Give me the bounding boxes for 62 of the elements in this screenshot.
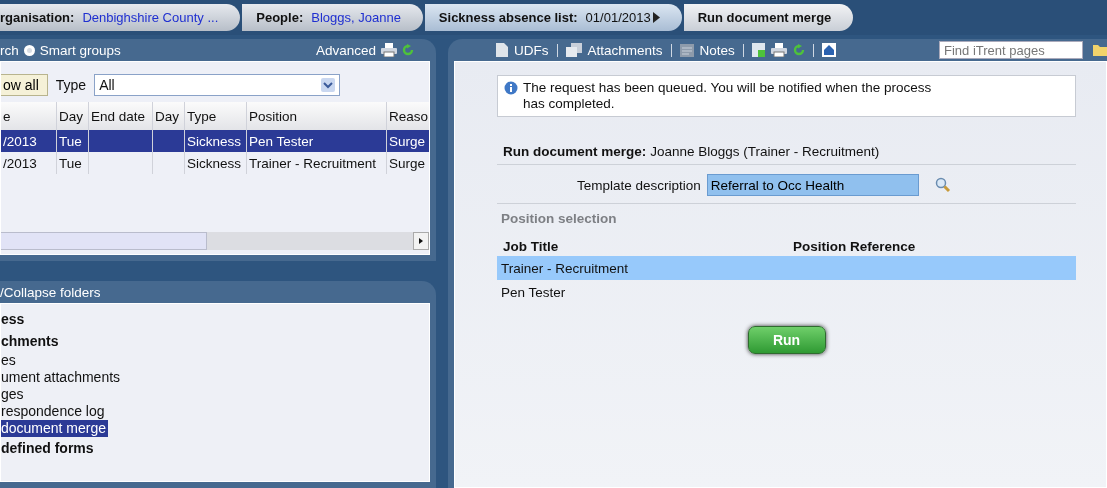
section-heading: Run document merge: [503, 144, 647, 159]
breadcrumb-tab[interactable]: rganisation: Denbighshire County ... [0, 4, 241, 31]
table-cell: Sickness [187, 133, 242, 149]
table-cell: Trainer - Recruitment [501, 260, 629, 276]
folder-link[interactable]: ges [1, 386, 26, 403]
table-cell: Pen Tester [249, 133, 314, 149]
table-cell: Trainer - Recruitment [249, 155, 377, 171]
column-header: Position Reference [793, 239, 916, 254]
table-cell: Pen Tester [501, 284, 566, 300]
refresh-icon[interactable] [402, 44, 414, 56]
type-dropdown[interactable]: All [94, 74, 341, 96]
folder-link[interactable]: document merge [1, 420, 109, 437]
folder-link[interactable]: ument attachments [1, 369, 123, 386]
form-icon[interactable] [751, 43, 765, 57]
breadcrumb-tab[interactable]: People: Bloggs, Joanne [242, 4, 423, 31]
table-row[interactable]: /2013 Tue Sickness Pen Tester Surge [1, 130, 429, 152]
print-icon[interactable] [381, 43, 397, 57]
folder-item[interactable]: chments [1, 330, 59, 352]
template-field[interactable]: Referral to Occ Health [706, 174, 919, 196]
table-cell: /2013 [3, 133, 37, 149]
message-text: The request has been queued. You will be notified when the process has completed. [523, 80, 933, 112]
folder-icon[interactable] [1093, 43, 1107, 57]
folder-link[interactable]: es [1, 352, 18, 369]
search-field[interactable]: Find iTrent pages [939, 41, 1083, 59]
show-all-button[interactable]: ow all [1, 74, 48, 96]
folder-item[interactable]: ess [1, 308, 25, 330]
print-icon[interactable] [770, 43, 787, 57]
documents-icon [565, 43, 582, 57]
type-label: Type [55, 77, 87, 93]
toolbar-link[interactable]: Notes [699, 42, 735, 58]
table-cell: Surge [389, 133, 426, 149]
horizontal-scrollbar[interactable] [1, 232, 429, 250]
note-icon [679, 43, 694, 57]
expand-collapse-link[interactable]: /Collapse folders [0, 284, 101, 300]
search-icon[interactable] [934, 177, 951, 193]
breadcrumb-tab[interactable]: Run document merge [683, 4, 854, 31]
advanced-link[interactable]: Advanced [315, 42, 376, 58]
refresh-icon[interactable] [792, 44, 805, 56]
folder-item[interactable]: defined forms [1, 437, 94, 459]
toolbar-link[interactable]: Attachments [587, 42, 663, 58]
info-icon [504, 81, 518, 95]
table-cell: /2013 [3, 155, 37, 171]
table-cell: Tue [59, 155, 82, 171]
radio-label: Smart groups [39, 42, 121, 58]
position-row[interactable]: Pen Tester [497, 280, 1076, 304]
position-row[interactable]: Trainer - Recruitment [497, 256, 1076, 280]
smart-groups-radio[interactable] [23, 44, 35, 56]
section-title: Position selection [500, 210, 618, 226]
table-cell: Tue [59, 133, 82, 149]
folder-link[interactable]: respondence log [1, 403, 107, 420]
table-cell: Sickness [187, 155, 242, 171]
document-icon [496, 43, 508, 57]
home-icon[interactable] [821, 43, 836, 57]
breadcrumb-tab[interactable]: Sickness absence list: 01/01/2013 [424, 4, 682, 31]
employee-text: Joanne Bloggs (Trainer - Recruitment) [650, 144, 880, 159]
table-cell: Surge [389, 155, 426, 171]
toolbar-link[interactable]: UDFs [514, 42, 549, 58]
scroll-right-icon[interactable] [413, 232, 429, 250]
column-header: Job Title [503, 239, 560, 254]
table-row[interactable]: /2013 Tue Sickness Trainer - Recruitment Surge [1, 152, 429, 174]
search-label: rch [0, 42, 19, 58]
field-label: Template description [577, 177, 701, 193]
